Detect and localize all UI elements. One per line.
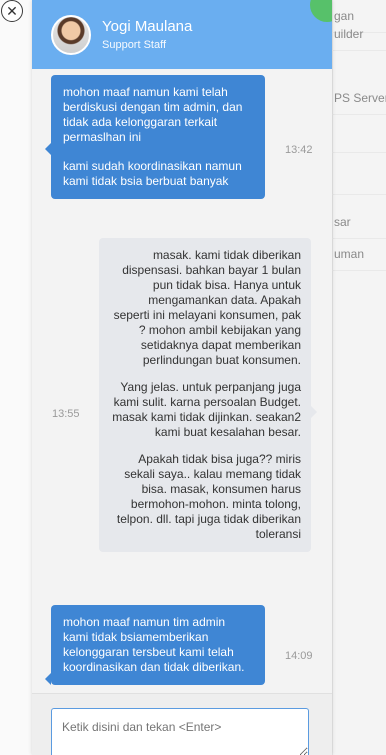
background-menu-item[interactable] — [332, 120, 386, 153]
close-button[interactable]: ✕ — [1, 0, 23, 22]
message-bubble: mohon maaf namun kami telah berdiskusi d… — [45, 75, 265, 199]
chat-panel: Yogi Maulana Support Staff mohon maaf na… — [32, 0, 332, 755]
message-time: 13:55 — [52, 408, 80, 420]
message-agent: mohon maaf namun tim admin kami tidak bs… — [45, 605, 265, 685]
close-icon: ✕ — [6, 3, 18, 19]
message-text: Yang jelas. untuk perpanjang juga kami s… — [112, 380, 301, 439]
message-input[interactable] — [51, 708, 309, 755]
chat-header: Yogi Maulana Support Staff — [32, 0, 332, 69]
agent-avatar — [51, 15, 91, 55]
background-menu-item[interactable]: PS Server — [332, 82, 386, 115]
agent-role: Support Staff — [102, 39, 167, 51]
background-menu-item[interactable]: sar — [332, 206, 386, 239]
agent-name: Yogi Maulana — [102, 18, 193, 35]
message-list[interactable]: mohon maaf namun kami telah berdiskusi d… — [32, 69, 332, 693]
background-menu-item[interactable]: uman — [332, 238, 386, 271]
message-bubble: masak. kami tidak diberikan dispensasi. … — [99, 238, 317, 552]
message-user: masak. kami tidak diberikan dispensasi. … — [99, 238, 317, 552]
background-menu-item[interactable]: uilder — [332, 18, 386, 51]
message-text: masak. kami tidak diberikan dispensasi. … — [113, 248, 301, 367]
message-text: mohon maaf namun tim admin kami tidak bs… — [63, 615, 245, 674]
message-agent: mohon maaf namun kami telah berdiskusi d… — [45, 75, 265, 199]
status-indicator — [310, 0, 332, 22]
message-text: Apakah tidak bisa juga?? miris sekali sa… — [116, 452, 301, 541]
message-composer — [32, 693, 332, 755]
message-bubble: mohon maaf namun tim admin kami tidak bs… — [45, 605, 265, 685]
background-menu-item[interactable] — [332, 162, 386, 195]
message-text: mohon maaf namun kami telah berdiskusi d… — [63, 85, 243, 144]
message-time: 13:42 — [285, 144, 313, 156]
message-time: 14:09 — [285, 650, 313, 662]
message-text: kami sudah koordinasikan namun kami tida… — [63, 159, 242, 188]
